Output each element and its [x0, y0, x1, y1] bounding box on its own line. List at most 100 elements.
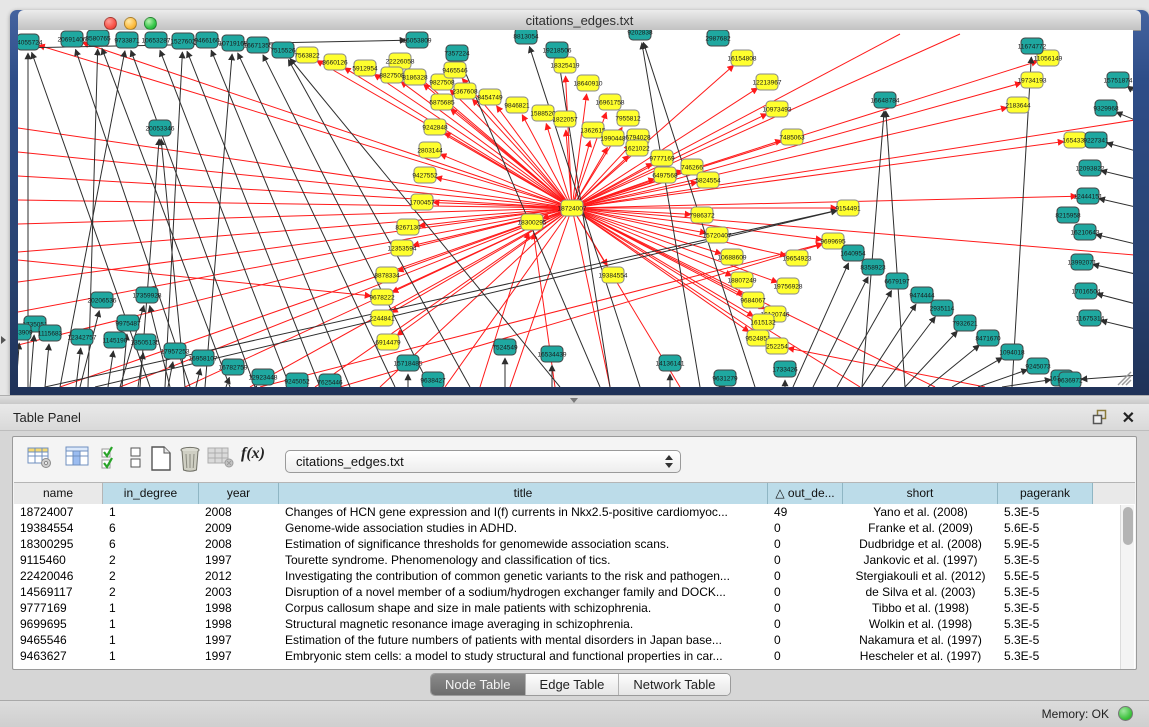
tab-node-table[interactable]: Node Table	[431, 674, 526, 695]
table-row[interactable]: 1872400712008Changes of HCN gene express…	[14, 504, 1135, 520]
cell-name[interactable]: 18300295	[14, 536, 103, 552]
cell-in-degree[interactable]: 6	[103, 520, 199, 536]
cell-in-degree[interactable]: 6	[103, 536, 199, 552]
cell-short[interactable]: Franke et al. (2009)	[843, 520, 998, 536]
table-row[interactable]: 946554611997Estimation of the future num…	[14, 632, 1135, 648]
cell-short[interactable]: Tibbo et al. (1998)	[843, 600, 998, 616]
cell-title[interactable]: Changes of HCN gene expression and I(f) …	[279, 504, 768, 520]
cell-title[interactable]: Structural magnetic resonance image aver…	[279, 616, 768, 632]
vertical-scrollbar[interactable]	[1120, 505, 1134, 669]
cell-year[interactable]: 2008	[199, 536, 279, 552]
cell-title[interactable]: Tourette syndrome. Phenomenology and cla…	[279, 552, 768, 568]
cell-short[interactable]: Stergiakouli et al. (2012)	[843, 568, 998, 584]
new-table-icon[interactable]	[149, 445, 173, 473]
cell-short[interactable]: Hescheler et al. (1997)	[843, 648, 998, 664]
column-header-title[interactable]: title	[279, 483, 768, 504]
cell-name[interactable]: 9115460	[14, 552, 103, 568]
cell-in-degree[interactable]: 2	[103, 568, 199, 584]
scrollbar-thumb[interactable]	[1123, 507, 1133, 545]
left-panel-collapse-arrow[interactable]	[1, 336, 6, 344]
cell-in-degree[interactable]: 1	[103, 632, 199, 648]
cell-pagerank[interactable]: 5.9E-5	[998, 536, 1093, 552]
cell-pagerank[interactable]: 5.3E-5	[998, 584, 1093, 600]
function-builder-icon[interactable]: f(x)	[241, 445, 265, 463]
cell-in-degree[interactable]: 1	[103, 648, 199, 664]
cell-short[interactable]: Dudbridge et al. (2008)	[843, 536, 998, 552]
table-settings-icon[interactable]	[27, 445, 53, 469]
table-selector-dropdown[interactable]: citations_edges.txt	[285, 450, 681, 473]
column-header-year[interactable]: year	[199, 483, 279, 504]
cell-out-de-[interactable]: 0	[768, 520, 843, 536]
cell-in-degree[interactable]: 1	[103, 600, 199, 616]
row-height-icon[interactable]	[129, 445, 143, 471]
table-row[interactable]: 969969511998Structural magnetic resonanc…	[14, 616, 1135, 632]
cell-out-de-[interactable]: 49	[768, 504, 843, 520]
cell-short[interactable]: Wolkin et al. (1998)	[843, 616, 998, 632]
select-columns-icon[interactable]	[65, 445, 91, 469]
cell-year[interactable]: 1997	[199, 632, 279, 648]
cell-title[interactable]: Estimation of the future numbers of pati…	[279, 632, 768, 648]
cell-pagerank[interactable]: 5.5E-5	[998, 568, 1093, 584]
float-panel-icon[interactable]	[1092, 409, 1109, 426]
memory-ok-indicator[interactable]	[1118, 706, 1133, 721]
select-all-check-icon[interactable]	[100, 445, 122, 471]
column-header-short[interactable]: short	[843, 483, 998, 504]
cell-title[interactable]: Estimation of significance thresholds fo…	[279, 536, 768, 552]
cell-pagerank[interactable]: 5.3E-5	[998, 600, 1093, 616]
cell-title[interactable]: Embryonic stem cells: a model to study s…	[279, 648, 768, 664]
tab-edge-table[interactable]: Edge Table	[526, 674, 620, 695]
cell-year[interactable]: 1998	[199, 616, 279, 632]
close-icon[interactable]: ✕	[1122, 408, 1135, 428]
cell-name[interactable]: 14569117	[14, 584, 103, 600]
cell-title[interactable]: Genome-wide association studies in ADHD.	[279, 520, 768, 536]
cell-title[interactable]: Corpus callosum shape and size in male p…	[279, 600, 768, 616]
network-canvas[interactable]: 1872400722226058882750881863289827508946…	[0, 0, 1149, 398]
cell-out-de-[interactable]: 0	[768, 536, 843, 552]
table-row[interactable]: 1456911722003Disruption of a novel membe…	[14, 584, 1135, 600]
table-row[interactable]: 2242004622012Investigating the contribut…	[14, 568, 1135, 584]
column-header-pagerank[interactable]: pagerank	[998, 483, 1093, 504]
cell-short[interactable]: de Silva et al. (2003)	[843, 584, 998, 600]
cell-out-de-[interactable]: 0	[768, 568, 843, 584]
cell-pagerank[interactable]: 5.3E-5	[998, 616, 1093, 632]
cell-title[interactable]: Investigating the contribution of common…	[279, 568, 768, 584]
cell-pagerank[interactable]: 5.3E-5	[998, 648, 1093, 664]
cell-name[interactable]: 22420046	[14, 568, 103, 584]
delete-table-icon[interactable]	[178, 445, 202, 473]
cell-name[interactable]: 19384554	[14, 520, 103, 536]
cell-year[interactable]: 2003	[199, 584, 279, 600]
cell-year[interactable]: 2009	[199, 520, 279, 536]
cell-year[interactable]: 2008	[199, 504, 279, 520]
cell-pagerank[interactable]: 5.3E-5	[998, 632, 1093, 648]
cell-in-degree[interactable]: 2	[103, 552, 199, 568]
cell-year[interactable]: 1997	[199, 648, 279, 664]
cell-title[interactable]: Disruption of a novel member of a sodium…	[279, 584, 768, 600]
cell-year[interactable]: 1997	[199, 552, 279, 568]
cell-short[interactable]: Nakamura et al. (1997)	[843, 632, 998, 648]
cell-out-de-[interactable]: 0	[768, 648, 843, 664]
column-header-in-degree[interactable]: in_degree	[103, 483, 199, 504]
horizontal-splitter[interactable]	[0, 395, 1149, 404]
table-row[interactable]: 1830029562008Estimation of significance …	[14, 536, 1135, 552]
cell-short[interactable]: Jankovic et al. (1997)	[843, 552, 998, 568]
table-row[interactable]: 1938455462009Genome-wide association stu…	[14, 520, 1135, 536]
cell-name[interactable]: 9777169	[14, 600, 103, 616]
cell-out-de-[interactable]: 0	[768, 552, 843, 568]
column-header-out-de-[interactable]: △ out_de...	[768, 483, 843, 504]
cell-name[interactable]: 9699695	[14, 616, 103, 632]
cell-pagerank[interactable]: 5.3E-5	[998, 552, 1093, 568]
column-header-name[interactable]: name	[14, 483, 103, 504]
tab-network-table[interactable]: Network Table	[619, 674, 729, 695]
table-row[interactable]: 946362711997Embryonic stem cells: a mode…	[14, 648, 1135, 664]
cell-pagerank[interactable]: 5.6E-5	[998, 520, 1093, 536]
cell-year[interactable]: 2012	[199, 568, 279, 584]
cell-pagerank[interactable]: 5.3E-5	[998, 504, 1093, 520]
cell-out-de-[interactable]: 0	[768, 600, 843, 616]
cell-out-de-[interactable]: 0	[768, 632, 843, 648]
cell-year[interactable]: 1998	[199, 600, 279, 616]
cell-in-degree[interactable]: 1	[103, 616, 199, 632]
cell-name[interactable]: 9465546	[14, 632, 103, 648]
cell-in-degree[interactable]: 2	[103, 584, 199, 600]
table-row[interactable]: 977716911998Corpus callosum shape and si…	[14, 600, 1135, 616]
cell-out-de-[interactable]: 0	[768, 616, 843, 632]
